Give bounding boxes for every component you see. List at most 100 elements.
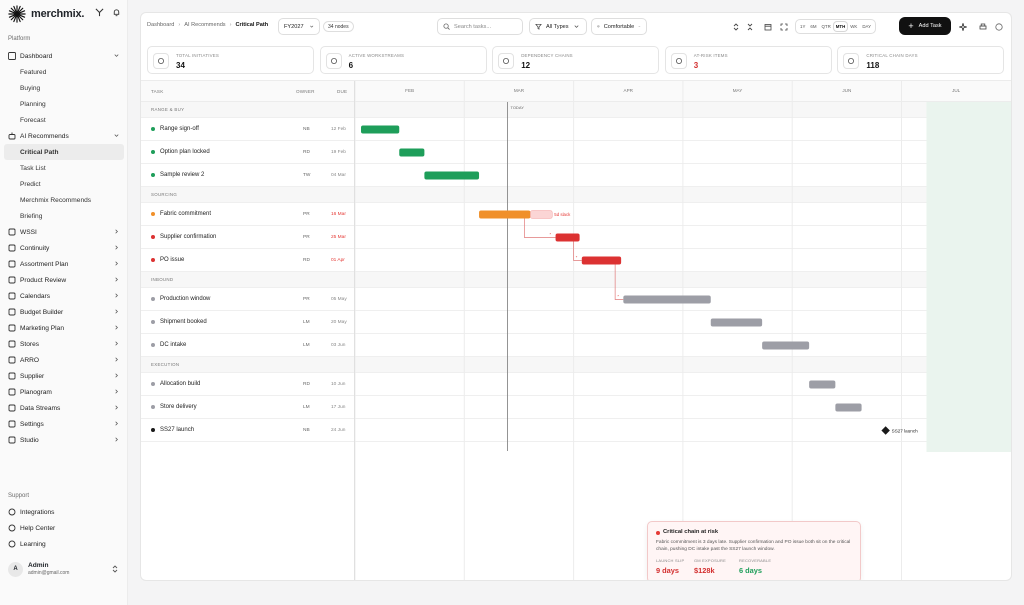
sparkle-filter-icon[interactable] bbox=[95, 8, 104, 17]
task-bar bbox=[555, 233, 580, 242]
kpi-label: TOTAL INITIATIVES bbox=[176, 53, 220, 58]
chevron-right-icon bbox=[115, 229, 118, 234]
refresh-icon bbox=[8, 244, 16, 252]
add-task-button[interactable]: + Add Task bbox=[899, 17, 951, 35]
grid-icon bbox=[8, 228, 16, 236]
help-button[interactable] bbox=[993, 21, 1004, 32]
metric-value: $128k bbox=[694, 566, 715, 575]
sidebar-item-integrations[interactable]: Integrations bbox=[0, 504, 128, 520]
year-select[interactable]: FY2027 bbox=[278, 18, 320, 35]
sidebar-item-studio[interactable]: Studio bbox=[0, 432, 128, 448]
layers-icon bbox=[597, 25, 600, 28]
sidebar-item-help-center[interactable]: Help Center bbox=[0, 520, 128, 536]
kpi-card[interactable]: TOTAL INITIATIVES 34 bbox=[147, 46, 314, 74]
chevron-right-icon bbox=[115, 405, 118, 410]
range-qtr[interactable]: QTR bbox=[819, 22, 832, 31]
month-label: APR bbox=[624, 88, 634, 93]
density-select[interactable]: Comfortable bbox=[591, 18, 647, 35]
sidebar-sub-predict[interactable]: Predict bbox=[0, 176, 128, 192]
launch-window-band bbox=[926, 102, 1011, 452]
robot-icon bbox=[8, 132, 16, 140]
task-bar bbox=[581, 256, 622, 265]
calendar-icon bbox=[8, 292, 16, 300]
sidebar-sub-buying[interactable]: Buying bbox=[0, 80, 128, 96]
kpi-card[interactable]: CRITICAL CHAIN DAYS 118 bbox=[837, 46, 1005, 74]
calendar-button[interactable] bbox=[762, 21, 773, 32]
sidebar-sub-forecast[interactable]: Forecast bbox=[0, 112, 128, 128]
sidebar-item-assortment-plan[interactable]: Assortment Plan bbox=[0, 256, 128, 272]
range-wk[interactable]: WK bbox=[848, 22, 859, 31]
avatar: A bbox=[8, 561, 23, 577]
sidebar-item-calendars[interactable]: Calendars bbox=[0, 288, 128, 304]
pulse-icon bbox=[325, 53, 342, 69]
kpi-card[interactable]: DEPENDENCY CHAINS 12 bbox=[492, 46, 660, 74]
collapse-rows-button[interactable] bbox=[744, 21, 755, 32]
chevron-down-icon bbox=[309, 25, 313, 28]
sidebar-item-planogram[interactable]: Planogram bbox=[0, 384, 128, 400]
print-button[interactable] bbox=[977, 21, 988, 32]
list-icon bbox=[8, 260, 16, 268]
range-6m[interactable]: 6M bbox=[808, 22, 818, 31]
task-bar bbox=[809, 380, 836, 389]
sidebar-sub-task-list[interactable]: Task List bbox=[0, 160, 128, 176]
user-email: admin@gmail.com bbox=[28, 570, 70, 576]
sidebar-item-label: Settings bbox=[20, 420, 44, 428]
brand[interactable]: merchmix. bbox=[8, 5, 84, 23]
sidebar-item-arro[interactable]: ARRO bbox=[0, 352, 128, 368]
sidebar-sub-featured[interactable]: Featured bbox=[0, 64, 128, 80]
task-bar bbox=[762, 341, 810, 350]
user-name: Admin bbox=[28, 562, 49, 569]
kpi-label: CRITICAL CHAIN DAYS bbox=[866, 53, 918, 58]
type-filter-value: All Types bbox=[546, 23, 569, 30]
help-icon bbox=[8, 524, 16, 532]
month-label: JUL bbox=[952, 88, 961, 93]
kpi-card[interactable]: ACTIVE WORKSTREAMS 6 bbox=[319, 46, 487, 74]
layout-icon bbox=[8, 388, 16, 396]
filter-icon bbox=[535, 23, 542, 30]
sidebar-nav: Dashboard Featured Buying Planning Forec… bbox=[0, 48, 128, 448]
ai-sparkle-button[interactable] bbox=[957, 21, 968, 32]
breadcrumb-separator: › bbox=[229, 22, 232, 28]
range-mth[interactable]: MTH bbox=[833, 22, 848, 31]
sidebar-item-dashboard[interactable]: Dashboard bbox=[0, 48, 128, 64]
kpi-card[interactable]: AT-RISK ITEMS 3 bbox=[664, 46, 832, 74]
metric-value: 9 days bbox=[656, 566, 680, 575]
type-filter-select[interactable]: All Types bbox=[529, 18, 587, 35]
sidebar-sub-merchmix-recommends[interactable]: Merchmix Recommends bbox=[0, 192, 128, 208]
support-section-label: Support bbox=[8, 493, 30, 499]
user-menu[interactable]: A Admin admin@gmail.com bbox=[5, 558, 123, 580]
breadcrumb-ai-recommends[interactable]: AI Recommends bbox=[184, 22, 225, 28]
sidebar-sub-planning[interactable]: Planning bbox=[0, 96, 128, 112]
chevron-right-icon bbox=[115, 245, 118, 250]
sidebar-item-label: Planogram bbox=[20, 388, 52, 396]
warning-icon bbox=[670, 53, 687, 69]
sidebar-item-continuity[interactable]: Continuity bbox=[0, 240, 128, 256]
sidebar-item-label: Data Streams bbox=[20, 404, 61, 412]
sidebar-item-budget-builder[interactable]: Budget Builder bbox=[0, 304, 128, 320]
sidebar-item-data-streams[interactable]: Data Streams bbox=[0, 400, 128, 416]
risk-alert-card[interactable]: Critical chain at risk Fabric commitment… bbox=[647, 521, 861, 580]
sidebar-item-stores[interactable]: Stores bbox=[0, 336, 128, 352]
sidebar-item-label: AI Recommends bbox=[20, 132, 69, 140]
chevron-right-icon bbox=[115, 293, 118, 298]
sidebar-item-learning[interactable]: Learning bbox=[0, 536, 128, 552]
breadcrumb-dashboard[interactable]: Dashboard bbox=[147, 22, 174, 28]
sidebar-item-wssi[interactable]: WSSI bbox=[0, 224, 128, 240]
range-1y[interactable]: 1Y bbox=[798, 22, 807, 31]
sidebar-sub-briefing[interactable]: Briefing bbox=[0, 208, 128, 224]
sidebar-item-marketing-plan[interactable]: Marketing Plan bbox=[0, 320, 128, 336]
sidebar-sub-critical-path[interactable]: Critical Path bbox=[4, 144, 124, 160]
sidebar-item-ai-recommends[interactable]: AI Recommends bbox=[0, 128, 128, 144]
sidebar-item-settings[interactable]: Settings bbox=[0, 416, 128, 432]
search-input[interactable]: Search tasks... bbox=[437, 18, 523, 35]
sidebar-item-product-review[interactable]: Product Review bbox=[0, 272, 128, 288]
range-day[interactable]: DAY bbox=[860, 22, 873, 31]
task-bar bbox=[835, 403, 862, 412]
sidebar-item-supplier[interactable]: Supplier bbox=[0, 368, 128, 384]
critical-marker: * bbox=[617, 294, 619, 299]
sidebar-item-label: Assortment Plan bbox=[20, 260, 69, 268]
expand-rows-button[interactable] bbox=[730, 21, 741, 32]
fullscreen-button[interactable] bbox=[778, 21, 789, 32]
month-label: MAR bbox=[514, 88, 525, 93]
bell-icon[interactable] bbox=[112, 8, 121, 17]
